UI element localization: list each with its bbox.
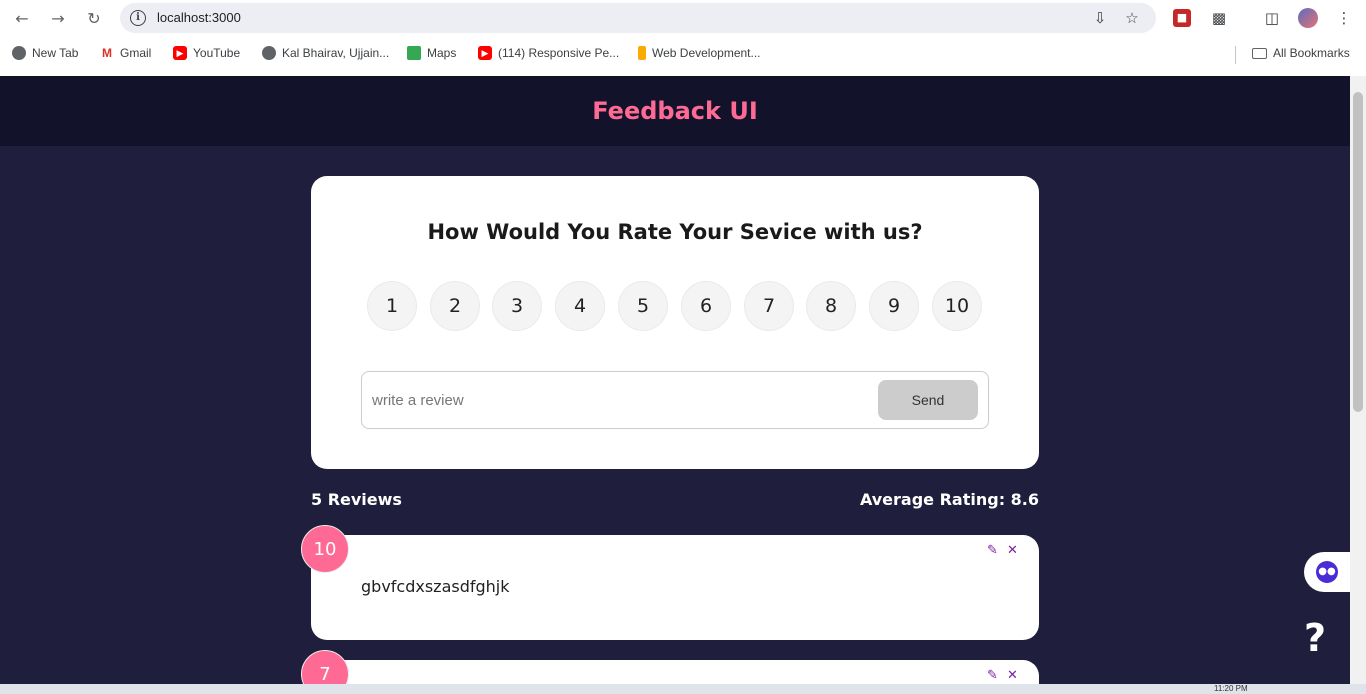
edit-icon[interactable]: ✎ xyxy=(986,544,999,557)
bookmark-label: New Tab xyxy=(32,46,79,60)
bookmark-label: Kal Bhairav, Ujjain... xyxy=(282,46,390,60)
bookmark-star-icon[interactable]: ☆ xyxy=(1122,8,1142,28)
bookmark-responsive[interactable]: ▶ (114) Responsive Pe... xyxy=(478,46,619,60)
rating-card: How Would You Rate Your Sevice with us? … xyxy=(311,176,1039,469)
bookmark-label: Web Development... xyxy=(652,46,761,60)
all-bookmarks-button[interactable]: All Bookmarks xyxy=(1252,46,1350,60)
bookmarks-divider xyxy=(1235,46,1236,64)
bookmark-label: (114) Responsive Pe... xyxy=(498,46,620,60)
rating-options: 1 2 3 4 5 6 7 8 9 10 xyxy=(367,281,983,331)
close-icon[interactable]: ✕ xyxy=(1006,669,1019,682)
rating-question: How Would You Rate Your Sevice with us? xyxy=(427,220,923,244)
address-bar[interactable]: i localhost:3000 ⇩ ☆ xyxy=(120,3,1156,33)
assistant-widget[interactable]: ●● xyxy=(1304,552,1350,592)
review-rating-badge: 10 xyxy=(301,525,349,573)
bookmarks-bar: New Tab M Gmail ▶ YouTube Kal Bhairav, U… xyxy=(0,42,1366,68)
extensions-puzzle-icon[interactable]: ▩ xyxy=(1208,7,1230,29)
review-form: Send xyxy=(361,371,989,429)
bookmark-youtube[interactable]: ▶ YouTube xyxy=(173,46,240,60)
back-icon[interactable]: ← xyxy=(10,6,34,30)
globe-icon xyxy=(262,46,276,60)
app-header: Feedback UI xyxy=(0,76,1350,146)
bookmark-new-tab[interactable]: New Tab xyxy=(12,46,78,60)
page-scrollbar[interactable] xyxy=(1350,76,1366,684)
youtube-icon: ▶ xyxy=(478,46,492,60)
rating-option-6[interactable]: 6 xyxy=(681,281,731,331)
rating-option-5[interactable]: 5 xyxy=(618,281,668,331)
taskbar-clock: 11:20 PM xyxy=(1214,684,1248,693)
review-input[interactable] xyxy=(372,389,862,411)
review-card: 10 ✎ ✕ gbvfcdxszasdfghjk xyxy=(301,525,1039,640)
browser-chrome: ← → ↻ i localhost:3000 ⇩ ☆ ■ ▩ ◫ ⋮ New T… xyxy=(0,0,1366,76)
rating-option-7[interactable]: 7 xyxy=(744,281,794,331)
extension-icon[interactable]: ■ xyxy=(1173,9,1191,27)
help-button[interactable]: ? xyxy=(1300,616,1330,660)
all-bookmarks-label: All Bookmarks xyxy=(1273,46,1350,60)
bookmark-label: Maps xyxy=(427,46,457,60)
rating-option-8[interactable]: 8 xyxy=(806,281,856,331)
bookmark-label: Gmail xyxy=(120,46,152,60)
reload-icon[interactable]: ↻ xyxy=(82,6,106,30)
bookmark-maps[interactable]: Maps xyxy=(407,46,456,60)
bookmark-label: YouTube xyxy=(193,46,241,60)
review-count: 5 Reviews xyxy=(311,490,402,509)
folder-icon xyxy=(1252,47,1267,59)
globe-icon xyxy=(12,46,26,60)
bookmark-gmail[interactable]: M Gmail xyxy=(100,46,151,60)
bookmark-kal-bhairav[interactable]: Kal Bhairav, Ujjain... xyxy=(262,46,389,60)
review-text: gbvfcdxszasdfghjk xyxy=(361,577,510,596)
rating-option-4[interactable]: 4 xyxy=(555,281,605,331)
maps-icon xyxy=(407,46,421,60)
average-rating: Average Rating: 8.6 xyxy=(859,490,1039,509)
url-text[interactable]: localhost:3000 xyxy=(157,10,241,25)
rating-option-3[interactable]: 3 xyxy=(492,281,542,331)
review-actions: ✎ ✕ xyxy=(986,544,1019,557)
rating-option-2[interactable]: 2 xyxy=(430,281,480,331)
profile-avatar[interactable] xyxy=(1298,8,1318,28)
browser-toolbar: ← → ↻ i localhost:3000 ⇩ ☆ ■ ▩ ◫ ⋮ xyxy=(0,0,1366,36)
forward-icon[interactable]: → xyxy=(46,6,70,30)
gmail-icon: M xyxy=(100,46,114,60)
side-panel-icon[interactable]: ◫ xyxy=(1261,7,1283,29)
scrollbar-thumb[interactable] xyxy=(1353,92,1363,412)
rating-option-9[interactable]: 9 xyxy=(869,281,919,331)
rating-option-10[interactable]: 10 xyxy=(932,281,982,331)
install-app-icon[interactable]: ⇩ xyxy=(1090,8,1110,28)
youtube-icon: ▶ xyxy=(173,46,187,60)
send-button[interactable]: Send xyxy=(878,380,978,420)
web-icon xyxy=(638,46,646,60)
review-stats: 5 Reviews Average Rating: 8.6 xyxy=(311,490,1039,514)
app-title: Feedback UI xyxy=(592,97,758,125)
menu-kebab-icon[interactable]: ⋮ xyxy=(1333,7,1355,29)
os-taskbar: 11:20 PM xyxy=(0,684,1366,694)
rating-option-1[interactable]: 1 xyxy=(367,281,417,331)
assistant-bot-icon[interactable]: ●● xyxy=(1316,561,1338,583)
close-icon[interactable]: ✕ xyxy=(1006,544,1019,557)
edit-icon[interactable]: ✎ xyxy=(986,669,999,682)
review-actions: ✎ ✕ xyxy=(986,669,1019,682)
site-info-icon[interactable]: i xyxy=(130,10,146,26)
bookmark-web-development[interactable]: Web Development... xyxy=(638,46,761,60)
